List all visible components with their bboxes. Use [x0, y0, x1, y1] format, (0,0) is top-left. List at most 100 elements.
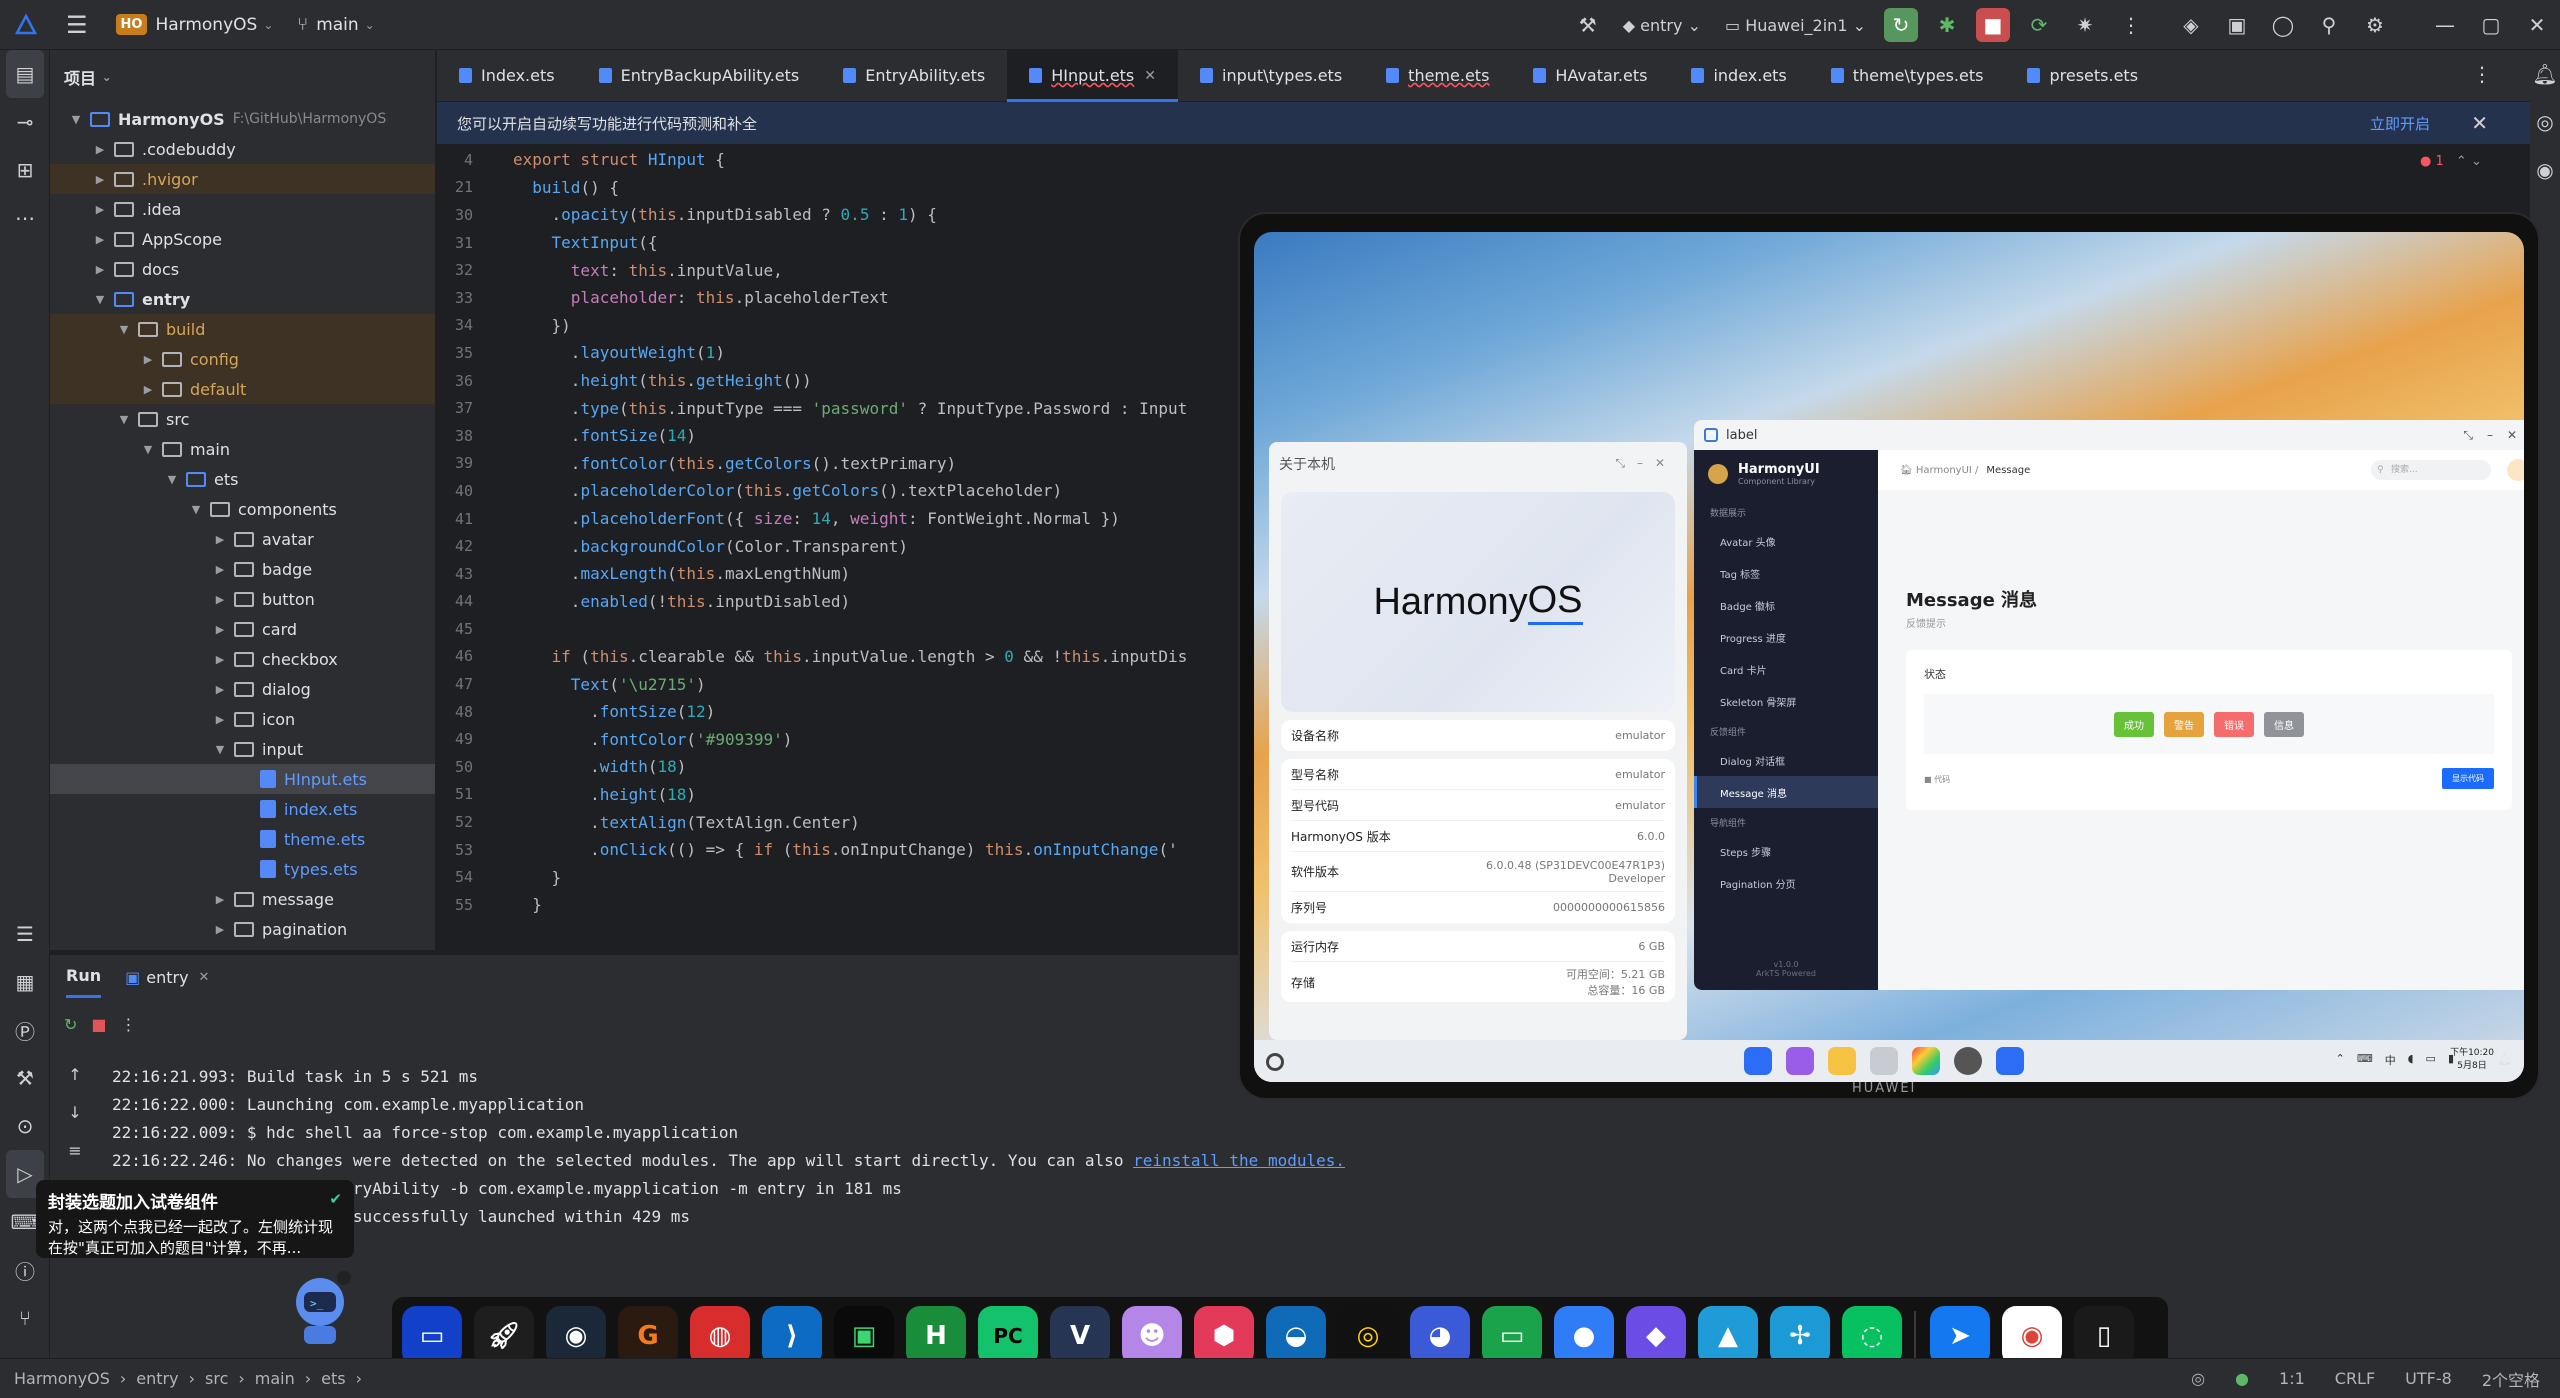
tree-item[interactable]: ▶ checkbox	[50, 644, 435, 674]
line-separator[interactable]: CRLF	[2335, 1369, 2375, 1388]
unicorn-app-icon[interactable]: ◆	[1626, 1306, 1686, 1366]
apply-changes-icon[interactable]: ⟳	[2022, 8, 2056, 42]
chevron-right-icon[interactable]: ▶	[212, 683, 228, 696]
tree-item[interactable]: HInput.ets	[50, 764, 435, 794]
editor-tab[interactable]: input\types.ets	[1178, 50, 1364, 102]
hammer-icon[interactable]: ⚒	[1571, 8, 1605, 42]
pinwheel-app-icon[interactable]: ✢	[1770, 1306, 1830, 1366]
message-demo-button[interactable]: 成功	[2114, 711, 2154, 737]
breadcrumb-item[interactable]: src	[205, 1369, 228, 1388]
navicat-icon[interactable]: ◎	[1338, 1306, 1398, 1366]
chevron-down-icon[interactable]: ⌄	[102, 70, 112, 84]
trash-icon[interactable]: ▯	[2074, 1306, 2134, 1366]
editor-tab[interactable]: theme\types.ets	[1809, 50, 2006, 102]
project-panel-header[interactable]: 项目 ⌄	[50, 50, 435, 104]
main-menu-icon[interactable]: ☰	[66, 11, 88, 39]
pycharm-icon[interactable]: PC	[978, 1306, 1038, 1366]
chevron-down-icon[interactable]: ⌄	[365, 18, 375, 32]
banner-enable-button[interactable]: 立即开启	[2370, 113, 2430, 134]
more-tools-icon[interactable]: ⋯	[0, 194, 50, 242]
info-row[interactable]: 序列号 0000000000615856	[1291, 892, 1665, 923]
settings-icon[interactable]: ⚙	[2358, 8, 2392, 42]
code-line[interactable]: 39 .fontColor(this.getColors().textPrima…	[437, 450, 1237, 478]
chevron-down-icon[interactable]: ▼	[140, 443, 156, 456]
chevron-down-icon[interactable]: ▼	[212, 743, 228, 756]
problems-indicator[interactable]: ● 1 ⌃ ⌄	[2420, 154, 2482, 169]
tree-item[interactable]: theme.ets	[50, 824, 435, 854]
maximize-icon[interactable]: ▢	[2474, 8, 2508, 42]
nav-item[interactable]: Pagination 分页	[1694, 867, 1878, 899]
tree-item[interactable]: ▶ dialog	[50, 674, 435, 704]
tree-item[interactable]: ▼ src	[50, 404, 435, 434]
chevron-right-icon[interactable]: ▶	[92, 143, 108, 156]
settings-icon[interactable]	[1954, 1047, 1982, 1075]
tree-item[interactable]: index.ets	[50, 794, 435, 824]
run-config-selector[interactable]: ◆ entry ⌄	[1617, 8, 1707, 42]
search-icon[interactable]: ⚲	[2312, 8, 2346, 42]
chevron-down-icon[interactable]: ▼	[116, 413, 132, 426]
run-tab-entry[interactable]: ▣ entry ✕	[125, 968, 209, 987]
editor-tab[interactable]: presets.ets	[2005, 50, 2160, 102]
tree-item[interactable]: ▶ docs	[50, 254, 435, 284]
code-line[interactable]: 49 .fontColor('#909399')	[437, 725, 1237, 753]
chat-monitor-icon[interactable]: ▭	[1482, 1306, 1542, 1366]
git-tool-icon[interactable]: ⑂	[0, 1294, 50, 1342]
nav-item[interactable]: Tag 标签	[1694, 557, 1878, 589]
more-icon[interactable]: ⋮	[2114, 8, 2148, 42]
code-line[interactable]: 34 })	[437, 312, 1237, 340]
soft-wrap-icon[interactable]: ≡	[50, 1131, 100, 1169]
editor-tab[interactable]: HAvatar.ets	[1511, 50, 1669, 102]
breadcrumb-item[interactable]: main	[255, 1369, 295, 1388]
nav-item[interactable]: Dialog 对话框	[1694, 744, 1878, 776]
tree-item[interactable]: ▶ AppScope	[50, 224, 435, 254]
log-tool-icon[interactable]: ▦	[0, 958, 50, 1006]
notes-icon[interactable]	[1828, 1047, 1856, 1075]
close-icon[interactable]: ✕	[199, 970, 210, 985]
hbuilder-icon[interactable]: H	[906, 1306, 966, 1366]
tree-item[interactable]: ▼ components	[50, 494, 435, 524]
chevron-right-icon[interactable]: ▶	[92, 173, 108, 186]
chevron-right-icon[interactable]: ▶	[140, 353, 156, 366]
chevron-right-icon[interactable]: ▶	[212, 923, 228, 936]
code-line[interactable]: 50 .width(18)	[437, 753, 1237, 781]
hexagon-app-icon[interactable]: ⬢	[1194, 1306, 1254, 1366]
tree-item[interactable]: ▼ build	[50, 314, 435, 344]
stop-icon[interactable]: ■	[91, 1015, 106, 1034]
stop-icon[interactable]: ■	[1976, 8, 2010, 42]
reinstall-modules-link[interactable]: reinstall the modules.	[1133, 1151, 1345, 1170]
chevron-down-icon[interactable]: ▼	[116, 323, 132, 336]
window-controls[interactable]: ⤡–✕	[1615, 456, 1677, 471]
debug-icon[interactable]: ✱	[1930, 8, 1964, 42]
chevron-down-icon[interactable]: ▼	[164, 473, 180, 486]
chrome-icon[interactable]: ◉	[2002, 1306, 2062, 1366]
status-dot-icon[interactable]: ●	[2235, 1369, 2249, 1388]
todo-tool-icon[interactable]: ☰	[0, 910, 50, 958]
tree-item[interactable]: ▶ .codebuddy	[50, 134, 435, 164]
close-icon[interactable]: ✕	[1144, 68, 1156, 84]
tree-item[interactable]: ▶ config	[50, 344, 435, 374]
code-line[interactable]: 43 .maxLength(this.maxLengthNum)	[437, 560, 1237, 588]
chevron-right-icon[interactable]: ▶	[92, 263, 108, 276]
tree-item[interactable]: ▶ pagination	[50, 914, 435, 944]
tree-item[interactable]: ▶ badge	[50, 554, 435, 584]
arrow-up-icon[interactable]: ↑	[50, 1055, 100, 1093]
network-icon[interactable]: ▭	[2426, 1052, 2436, 1068]
codebuddy-robot-icon[interactable]: >_	[282, 1270, 358, 1350]
chevron-right-icon[interactable]: ▶	[92, 203, 108, 216]
minimize-icon[interactable]: —	[2428, 8, 2462, 42]
tree-item[interactable]: ▶ icon	[50, 704, 435, 734]
tree-item[interactable]: ▼ input	[50, 734, 435, 764]
breadcrumb-root[interactable]: HarmonyUI	[1916, 465, 1972, 476]
chevron-right-icon[interactable]: ▶	[92, 233, 108, 246]
chevron-right-icon[interactable]: ▶	[212, 893, 228, 906]
harmonyui-app-icon[interactable]	[1996, 1047, 2024, 1075]
vscode-icon[interactable]: ⟩	[762, 1306, 822, 1366]
cursor-position[interactable]: 1:1	[2279, 1369, 2305, 1388]
tree-item[interactable]: ▶ avatar	[50, 524, 435, 554]
codegenie-status-icon[interactable]: ◎	[2191, 1369, 2205, 1388]
show-code-button[interactable]: 显示代码	[2442, 768, 2494, 789]
start-icon[interactable]	[1266, 1053, 1284, 1071]
chevron-right-icon[interactable]: ▶	[140, 383, 156, 396]
tree-root[interactable]: ▼ HarmonyOS F:\GitHub\HarmonyOS	[50, 104, 435, 134]
code-line[interactable]: 52 .textAlign(TextAlign.Center)	[437, 808, 1237, 836]
